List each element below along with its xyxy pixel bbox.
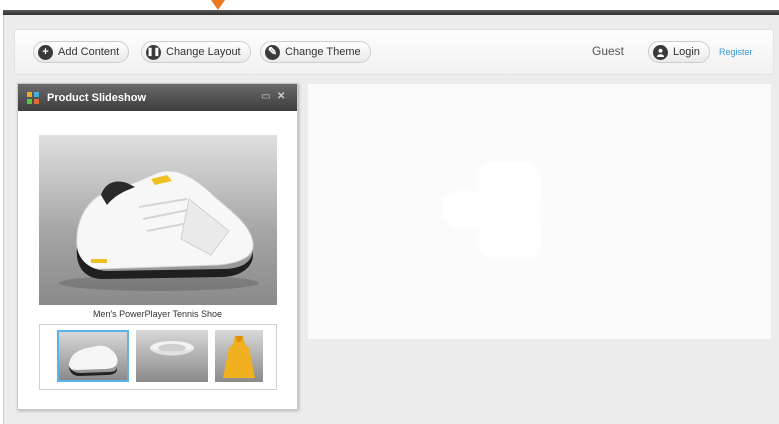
- widget-header[interactable]: Product Slideshow ▭ ✕: [18, 84, 297, 111]
- guest-label: Guest: [592, 44, 625, 58]
- thumbnail-shoe[interactable]: [57, 330, 129, 382]
- change-theme-button[interactable]: ✎ Change Theme: [260, 41, 371, 63]
- product-main-image[interactable]: [39, 135, 277, 305]
- thumbnail-dress[interactable]: [215, 330, 263, 382]
- shoe-thumbnail-image: [69, 345, 118, 376]
- change-layout-label: Change Layout: [166, 46, 241, 58]
- plus-icon-bar: [444, 192, 539, 228]
- login-label: Login: [673, 46, 700, 58]
- login-button[interactable]: Login: [648, 41, 710, 63]
- widget-title: Product Slideshow: [47, 91, 147, 104]
- thumbnail-visor[interactable]: [136, 330, 208, 382]
- product-slideshow-widget: Product Slideshow ▭ ✕ Men's PowerPlayer …: [17, 83, 298, 410]
- user-circle-icon: [653, 44, 668, 60]
- pause-circle-icon: ❚❚: [146, 44, 161, 60]
- product-caption: Men's PowerPlayer Tennis Shoe: [92, 309, 223, 319]
- visor-thumbnail-image: [150, 341, 194, 356]
- toolbar: + Add Content ❚❚ Change Layout ✎ Change …: [14, 29, 774, 75]
- top-marker-arrow: [211, 0, 225, 10]
- minimize-icon[interactable]: ▭: [261, 92, 270, 102]
- register-link[interactable]: Register: [719, 47, 753, 57]
- empty-content-area[interactable]: [307, 83, 772, 340]
- tennis-shoe-image: [59, 170, 259, 291]
- dress-thumbnail-image: [223, 336, 255, 378]
- add-content-button[interactable]: + Add Content: [33, 41, 130, 63]
- change-layout-button[interactable]: ❚❚ Change Layout: [141, 41, 251, 63]
- add-content-label: Add Content: [58, 46, 120, 58]
- change-theme-label: Change Theme: [285, 46, 361, 58]
- plus-circle-icon: +: [38, 44, 53, 60]
- brush-circle-icon: ✎: [265, 44, 280, 60]
- grid-logo-icon: [27, 91, 39, 104]
- thumbnail-strip: [39, 324, 277, 390]
- close-icon[interactable]: ✕: [277, 92, 285, 102]
